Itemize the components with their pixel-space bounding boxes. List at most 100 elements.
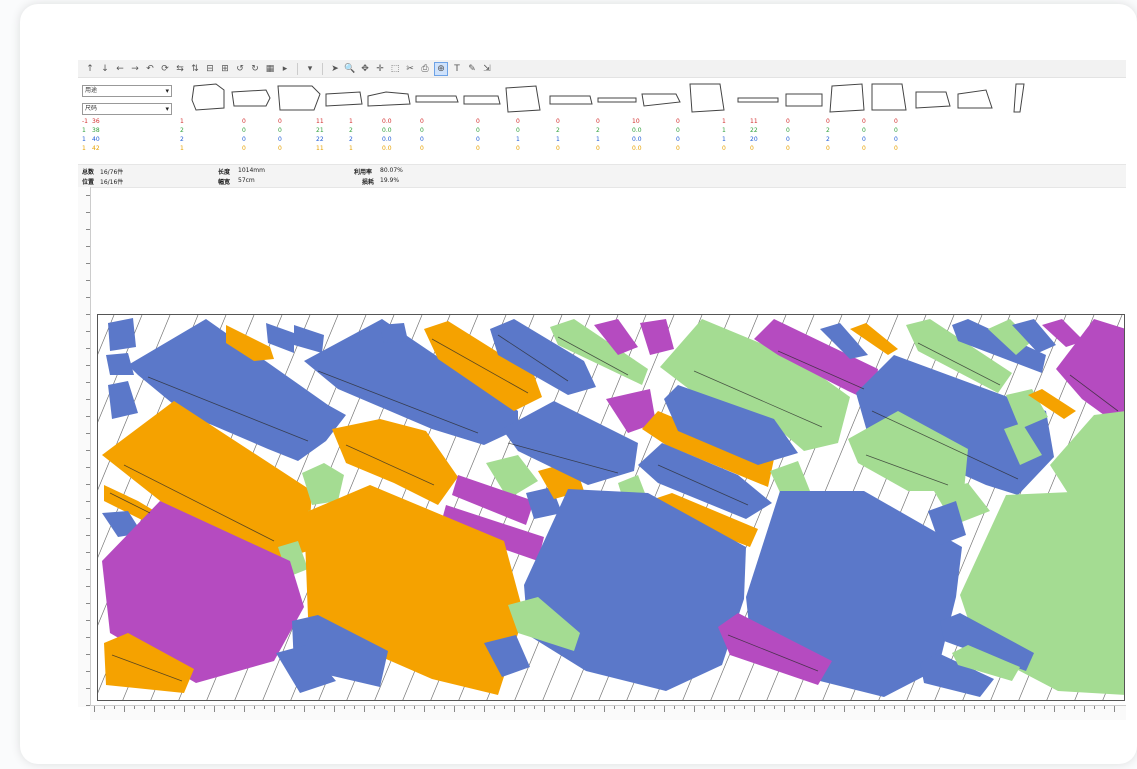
ruler-tick — [86, 263, 90, 264]
ruler-tick — [1014, 706, 1015, 709]
info-value-2: 16/16件 — [100, 179, 124, 186]
play-icon[interactable]: ▸ — [279, 63, 291, 75]
rotate-icon[interactable]: ⟳ — [159, 63, 171, 75]
text-icon[interactable]: T — [451, 63, 463, 75]
ruler-tick — [374, 706, 375, 709]
stats-cell: 0 — [278, 136, 282, 143]
ruler-tick — [914, 706, 915, 709]
info-label-3: 长度 — [218, 169, 231, 176]
align-icon[interactable]: ⊟ — [204, 63, 216, 75]
piece-thumb-15 — [829, 83, 865, 113]
grid-icon[interactable]: ▦ — [264, 63, 276, 75]
marker-piece — [640, 319, 674, 355]
marker-app-window: ↑↓←→↶⟳⇆⇅⊟⊞↺↻▦▸ ▾ ➤🔍✥✛⬚✂⎙⊕T✎⇲ 用途 尺码 — [78, 60, 1126, 720]
info-label-6: 损耗 — [362, 179, 375, 186]
ruler-tick — [86, 246, 90, 247]
filter-icon[interactable]: ▾ — [304, 63, 316, 75]
ruler-tick — [664, 706, 665, 712]
ruler-tick — [754, 706, 755, 712]
ruler-tick — [86, 297, 90, 298]
marker-piece — [380, 323, 408, 343]
rotate-left-icon[interactable]: ↺ — [234, 63, 246, 75]
print-icon[interactable]: ⎙ — [419, 63, 431, 75]
ruler-tick — [164, 706, 165, 709]
stats-cell: 2 — [826, 127, 830, 134]
ruler-tick — [1094, 706, 1095, 709]
stats-cell: 11 — [316, 145, 324, 152]
ruler-tick — [694, 706, 695, 712]
marker-layout-area[interactable] — [97, 314, 1125, 701]
arrow-right-icon[interactable]: → — [129, 63, 141, 75]
zoom-icon[interactable]: 🔍 — [344, 63, 356, 75]
stats-cell: 0 — [786, 127, 790, 134]
auto-nest-icon[interactable]: ⊕ — [434, 61, 448, 76]
ruler-tick — [244, 706, 245, 712]
ruler-tick — [86, 637, 90, 638]
ruler-tick — [86, 382, 90, 383]
stats-cell: 0 — [420, 145, 424, 152]
ruler-tick — [86, 365, 90, 366]
usage-select[interactable]: 用途 — [82, 85, 172, 97]
stats-cell: 0 — [476, 118, 480, 125]
info-value-6: 19.9% — [380, 177, 400, 184]
stats-cell: 0 — [278, 118, 282, 125]
ruler-tick — [1064, 706, 1065, 709]
info-value-3: 1014mm — [238, 167, 265, 174]
arrow-icon[interactable]: ↑ — [84, 63, 96, 75]
stats-cell: 1 — [180, 118, 184, 125]
arrow-left-icon[interactable]: ← — [114, 63, 126, 75]
pan-icon[interactable]: ✛ — [374, 63, 386, 75]
piece-thumb-5 — [367, 91, 411, 107]
undo-icon[interactable]: ↶ — [144, 63, 156, 75]
flip-h-icon[interactable]: ⇆ — [174, 63, 186, 75]
ruler-tick — [904, 706, 905, 712]
ruler-tick — [434, 706, 435, 709]
stats-cell: 0 — [676, 118, 680, 125]
cut-icon[interactable]: ✂ — [404, 63, 416, 75]
piece-thumb-18 — [957, 89, 993, 109]
pointer-icon[interactable]: ➤ — [329, 63, 341, 75]
select-icon[interactable]: ⬚ — [389, 63, 401, 75]
ruler-tick — [86, 688, 90, 689]
stats-cell: 0 — [278, 127, 282, 134]
ruler-tick — [154, 706, 155, 712]
marker-pieces[interactable] — [98, 315, 1125, 701]
ruler-tick — [964, 706, 965, 712]
ruler-tick — [354, 706, 355, 709]
ruler-tick — [364, 706, 365, 712]
piece-thumb-8 — [505, 85, 541, 113]
pencil-icon[interactable]: ✎ — [466, 63, 478, 75]
ruler-tick — [86, 280, 90, 281]
size-select[interactable]: 尺码 — [82, 103, 172, 115]
ruler-tick — [704, 706, 705, 709]
screenshot-card: ↑↓←→↶⟳⇆⇅⊟⊞↺↻▦▸ ▾ ➤🔍✥✛⬚✂⎙⊕T✎⇲ 用途 尺码 — [20, 4, 1137, 764]
ruler-tick — [1114, 706, 1115, 712]
stats-cell: 0 — [786, 145, 790, 152]
ruler-tick — [86, 195, 90, 196]
stats-cell: 0 — [862, 127, 866, 134]
piece-thumb-11 — [641, 93, 681, 107]
marker-canvas[interactable] — [78, 187, 1126, 720]
ruler-tick — [86, 552, 90, 553]
piece-thumb-16 — [871, 83, 907, 111]
stats-cell: 0 — [786, 118, 790, 125]
ruler-tick — [1024, 706, 1025, 712]
stats-cell: 2 — [180, 127, 184, 134]
move-icon[interactable]: ✥ — [359, 63, 371, 75]
ruler-tick — [464, 706, 465, 709]
stats-cell: 0 — [894, 145, 898, 152]
marker-piece — [332, 419, 458, 505]
stats-cell: 0 — [516, 127, 520, 134]
stats-cell: 0 — [862, 136, 866, 143]
ruler-tick — [86, 416, 90, 417]
align-right-icon[interactable]: ⊞ — [219, 63, 231, 75]
stats-cell: 10 — [632, 118, 640, 125]
rotate-right-icon[interactable]: ↻ — [249, 63, 261, 75]
arrow-down-icon[interactable]: ↓ — [99, 63, 111, 75]
measure-icon[interactable]: ⇲ — [481, 63, 493, 75]
flip-v-icon[interactable]: ⇅ — [189, 63, 201, 75]
info-value-5: 80.07% — [380, 167, 403, 174]
stats-cell: 0.0 — [382, 136, 392, 143]
stats-cell: 1 — [349, 118, 353, 125]
piece-thumb-9 — [549, 95, 593, 105]
